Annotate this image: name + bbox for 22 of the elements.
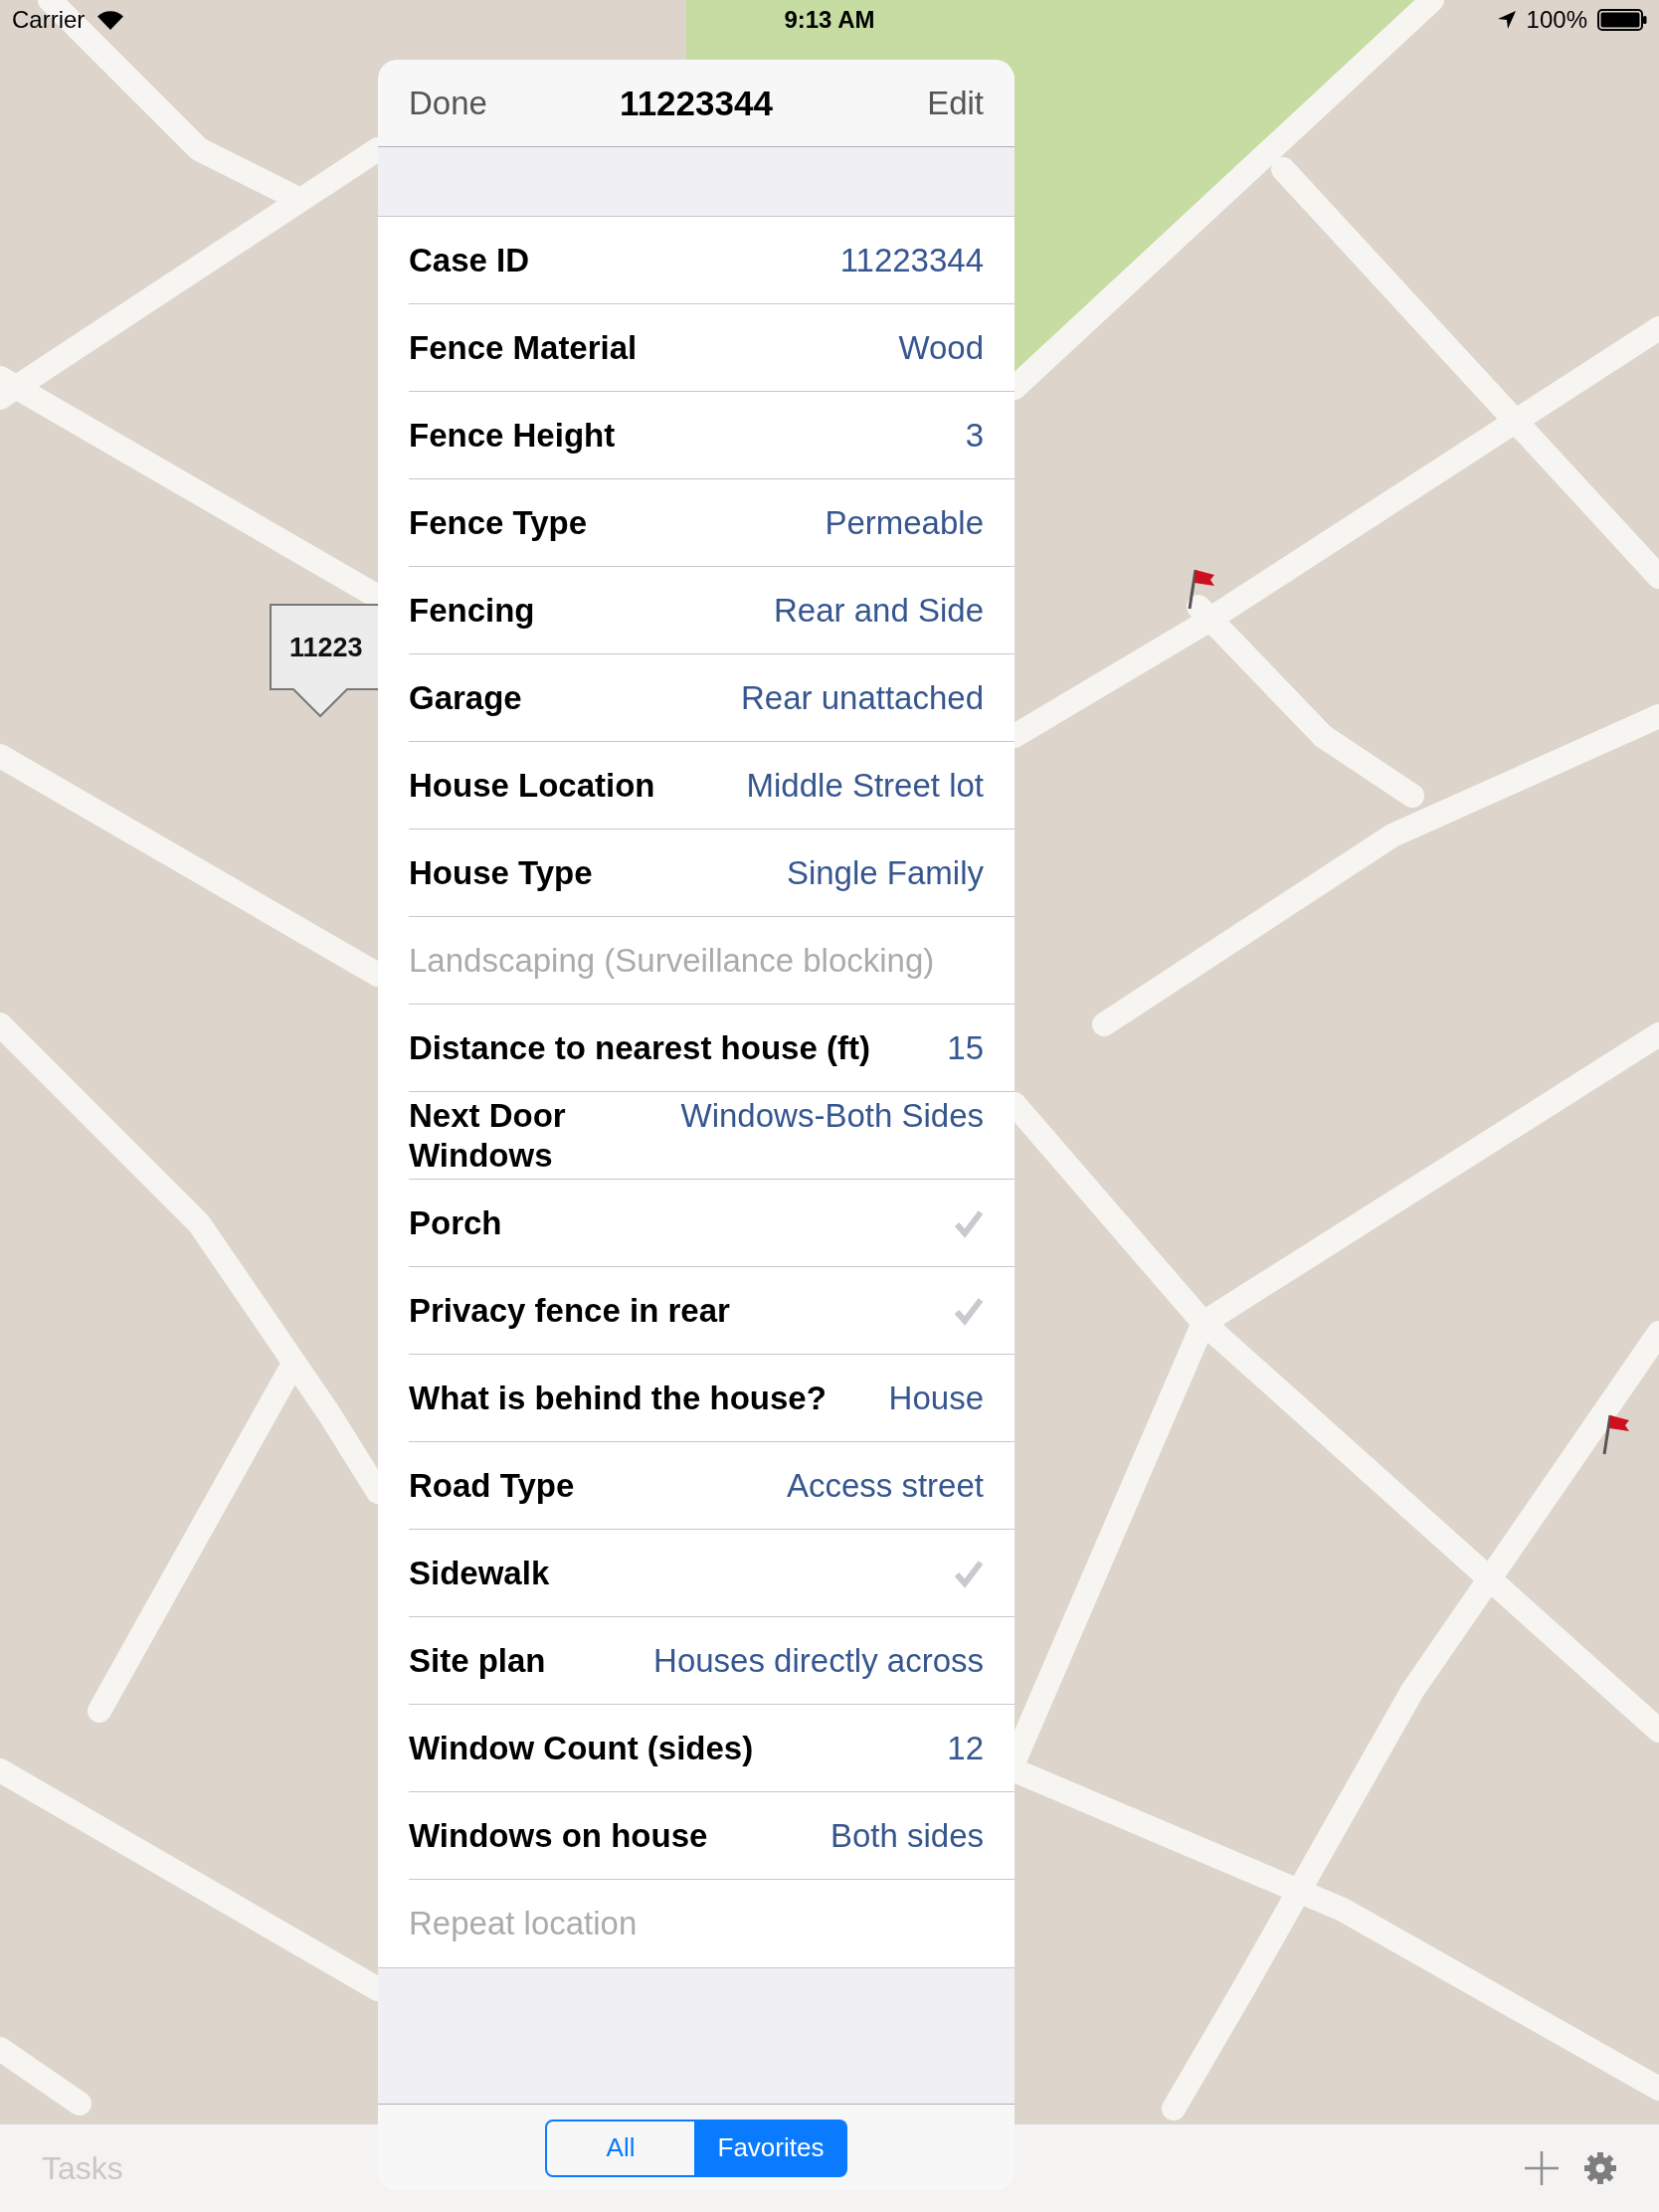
field-label: Fence Height (409, 415, 616, 456)
field-label: Windows on house (409, 1815, 708, 1856)
field-label: House Location (409, 765, 655, 806)
field-label: Case ID (409, 240, 530, 280)
field-label: Next Door Windows (409, 1095, 567, 1176)
battery-percentage: 100% (1526, 6, 1587, 34)
field-label: Garage (409, 677, 522, 718)
field-label: House Type (409, 852, 593, 893)
field-label: Site plan (409, 1640, 546, 1681)
field-label: Fence Material (409, 327, 638, 368)
field-label: Road Type (409, 1465, 575, 1506)
field-label: Window Count (sides) (409, 1728, 754, 1768)
field-label: Sidewalk (409, 1553, 550, 1593)
carrier-label: Carrier (12, 6, 86, 34)
field-label: Porch (409, 1202, 502, 1243)
clock-label: 9:13 AM (784, 6, 875, 34)
field-label: Fencing (409, 590, 535, 631)
field-label: Privacy fence in rear (409, 1290, 730, 1331)
field-label: Distance to nearest house (ft) (409, 1027, 870, 1068)
field-label: What is behind the house? (409, 1378, 827, 1418)
field-label: Fence Type (409, 502, 588, 543)
panel-title: 11223344 (620, 83, 773, 123)
